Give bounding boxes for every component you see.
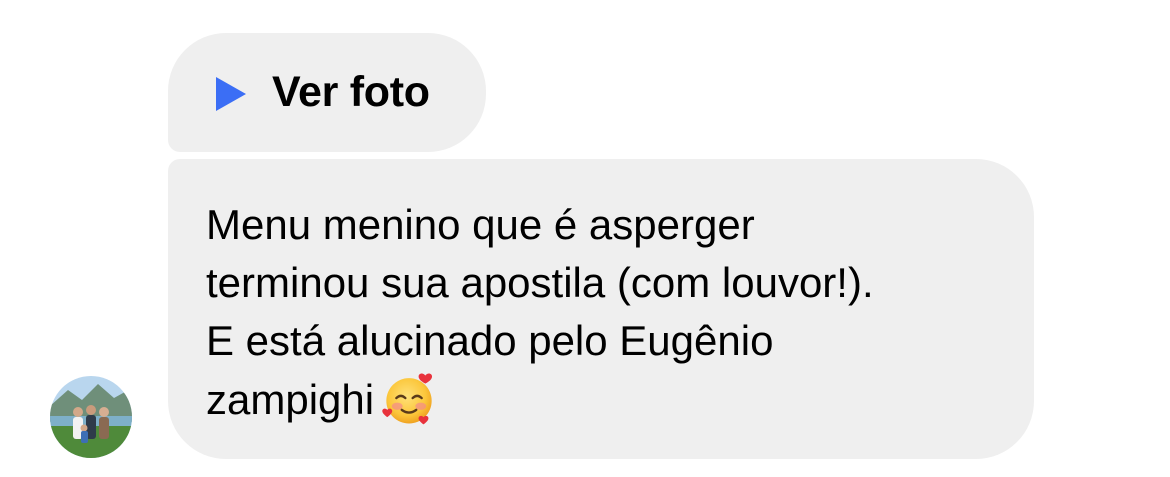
avatar[interactable] — [50, 376, 132, 458]
view-photo-label: Ver foto — [272, 68, 430, 116]
smiling-face-with-hearts-icon — [382, 373, 433, 425]
message-line: E está alucinado pelo Eugênio — [206, 317, 774, 364]
message-line: terminou sua apostila (com louvor!). — [206, 259, 874, 306]
message-line: Menu menino que é asperger — [206, 201, 755, 248]
message-line: zampighi — [206, 370, 1014, 429]
view-photo-button[interactable]: Ver foto — [168, 33, 486, 152]
play-icon — [216, 76, 246, 111]
message-bubble[interactable]: Menu menino que é asperger terminou sua … — [168, 159, 1034, 459]
avatar-photo — [50, 376, 132, 458]
